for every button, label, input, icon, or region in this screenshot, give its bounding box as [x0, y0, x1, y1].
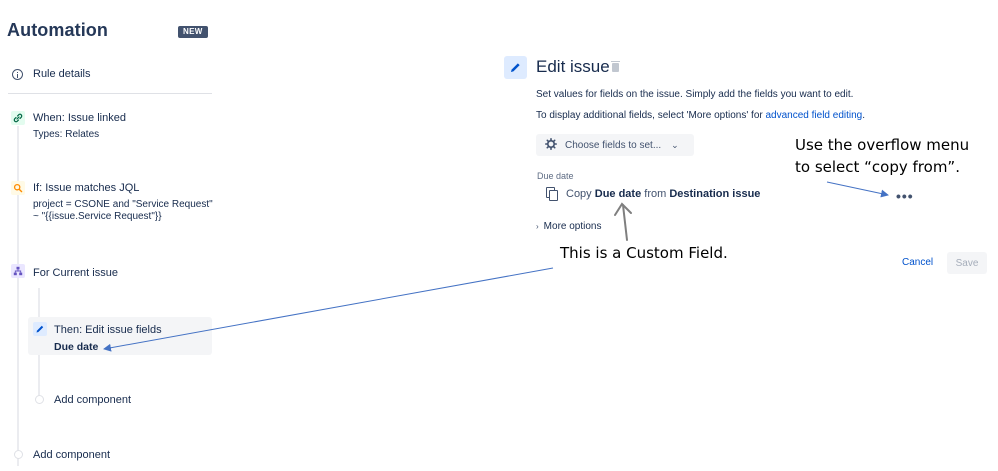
arrow-to-due-date — [103, 267, 554, 352]
arrow-to-overflow — [826, 181, 889, 198]
annotation-arrows — [103, 181, 889, 352]
arrow-to-copy-field — [614, 202, 632, 241]
